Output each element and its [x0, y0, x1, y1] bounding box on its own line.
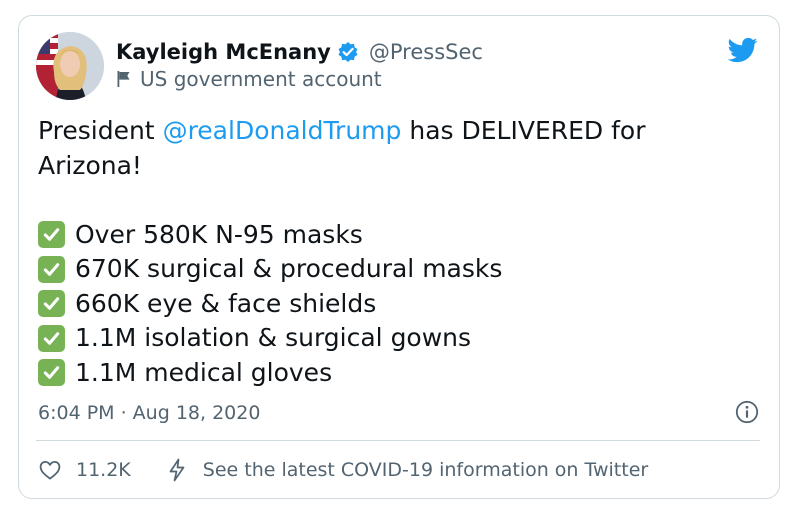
check-mark-icon — [38, 290, 65, 318]
tweet-line-2: Arizona! — [38, 150, 142, 180]
tweet-text: President @realDonaldTrump has DELIVERED… — [38, 114, 758, 390]
list-item-text: 670K surgical & procedural masks — [75, 254, 503, 283]
list-item-text: 1.1M isolation & surgical gowns — [75, 323, 472, 352]
tweet-line-1: President @realDonaldTrump has DELIVERED… — [38, 114, 758, 149]
lightning-bolt-icon — [169, 458, 185, 482]
list-item-text: Over 580K N-95 masks — [75, 219, 363, 249]
twitter-bird-icon[interactable] — [726, 35, 760, 65]
list-item-text: 660K eye & face shields — [75, 288, 377, 318]
verified-badge-icon — [337, 41, 359, 63]
mention-link[interactable]: @realDonaldTrump — [163, 116, 402, 145]
tweet-text-segment: has DELIVERED for — [401, 116, 646, 145]
author-display-name[interactable]: Kayleigh McEnany — [116, 40, 331, 64]
list-item: 660K eye & face shields — [38, 287, 758, 322]
tweet-text-segment: President — [38, 116, 163, 145]
list-item: 670K surgical & procedural masks — [38, 252, 758, 287]
check-mark-icon — [38, 221, 65, 249]
covid-info-link[interactable]: See the latest COVID-19 information on T… — [203, 459, 648, 481]
flag-icon — [117, 71, 130, 87]
tweet-timestamp[interactable]: 6:04 PM · Aug 18, 2020 — [38, 400, 260, 426]
author-row: Kayleigh McEnany @PressSec — [116, 38, 483, 66]
list-item-text: 1.1M medical gloves — [75, 357, 333, 387]
check-mark-icon — [38, 255, 65, 283]
list-item: 1.1M isolation & surgical gowns — [38, 321, 758, 356]
government-account-text: US government account — [140, 67, 382, 91]
author-handle[interactable]: @PressSec — [369, 40, 483, 64]
list-item: Over 580K N-95 masks — [38, 218, 758, 253]
heart-icon[interactable] — [38, 458, 62, 482]
info-icon[interactable] — [735, 400, 759, 424]
timestamp-text: 6:04 PM · Aug 18, 2020 — [38, 402, 261, 424]
government-account-label[interactable]: US government account — [116, 66, 382, 92]
like-count[interactable]: 11.2K — [76, 459, 131, 481]
avatar[interactable] — [36, 32, 104, 100]
action-bar: 11.2K See the latest COVID-19 informatio… — [38, 457, 648, 483]
list-item: 1.1M medical gloves — [38, 356, 758, 391]
divider — [36, 440, 760, 441]
check-mark-icon — [38, 359, 65, 387]
check-mark-icon — [38, 324, 65, 352]
